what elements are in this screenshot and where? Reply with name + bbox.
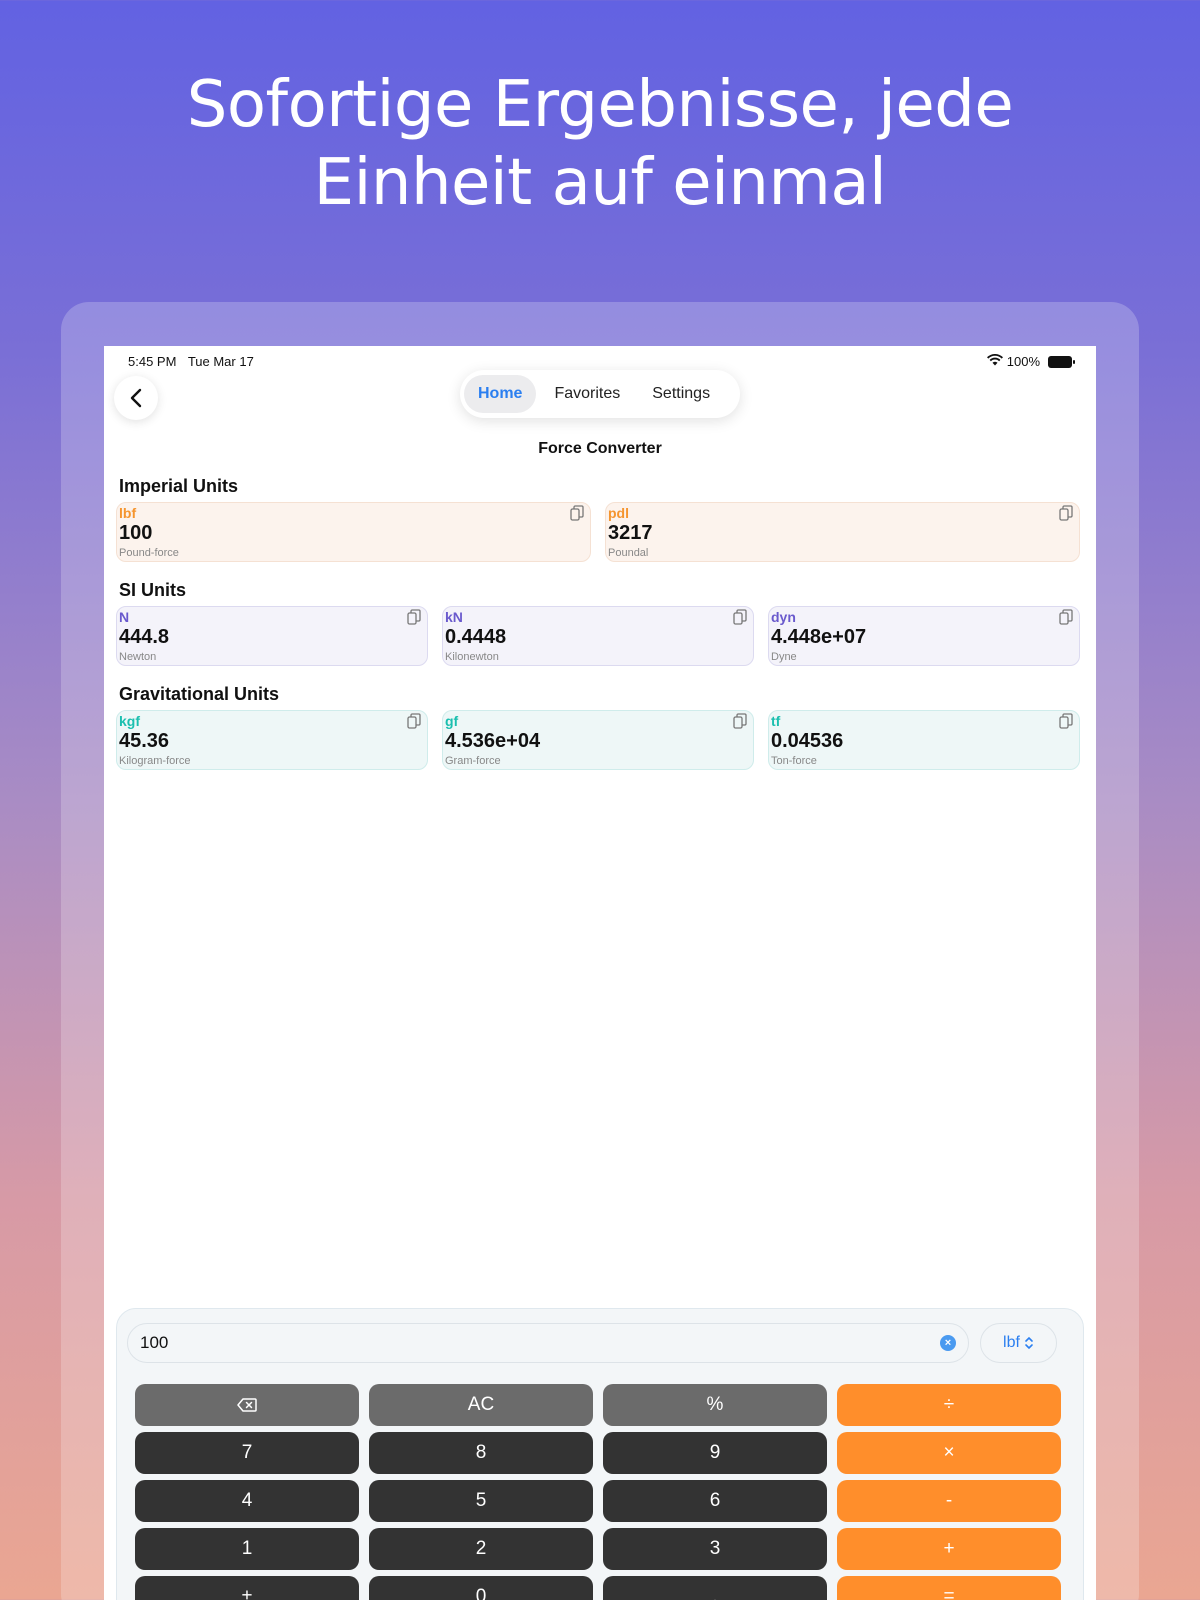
unit-value: 444.8 — [119, 626, 170, 648]
unit-name: Newton — [119, 651, 157, 663]
tab-bar: Home Favorites Settings — [460, 370, 740, 418]
unit-value: 100 — [119, 522, 153, 544]
unit-select[interactable]: lbf — [980, 1323, 1057, 1363]
unit-card-gf[interactable]: gf 4.536e+04 Gram-force — [442, 710, 754, 770]
unit-name: Poundal — [608, 547, 649, 559]
key-1[interactable]: 1 — [135, 1528, 359, 1570]
copy-icon[interactable] — [407, 609, 421, 625]
input-value: 100 — [140, 1333, 169, 1352]
battery-icon — [1048, 355, 1075, 368]
unit-name: Gram-force — [445, 755, 501, 767]
key-5[interactable]: 5 — [369, 1480, 593, 1522]
keypad-panel: 100 × lbf AC % ÷ 7 8 9 × 4 5 6 - 1 2 3 +… — [116, 1308, 1084, 1600]
section-title-imperial: Imperial Units — [119, 476, 239, 496]
key-backspace[interactable] — [135, 1384, 359, 1426]
tab-home[interactable]: Home — [464, 375, 537, 413]
key-4[interactable]: 4 — [135, 1480, 359, 1522]
copy-icon[interactable] — [407, 713, 421, 729]
unit-value: 4.448e+07 — [771, 626, 867, 648]
unit-code: kN — [445, 609, 463, 625]
key-3[interactable]: 3 — [603, 1528, 827, 1570]
key-multiply[interactable]: × — [837, 1432, 1061, 1474]
chevron-left-icon — [130, 388, 142, 408]
unit-name: Dyne — [771, 651, 797, 663]
unit-card-kgf[interactable]: kgf 45.36 Kilogram-force — [116, 710, 428, 770]
unit-card-kn[interactable]: kN 0.4448 Kilonewton — [442, 606, 754, 666]
key-0[interactable]: 0 — [369, 1576, 593, 1600]
unit-name: Kilogram-force — [119, 755, 191, 767]
key-decimal[interactable]: . — [603, 1576, 827, 1600]
unit-card-pdl[interactable]: pdl 3217 Poundal — [605, 502, 1080, 562]
unit-code: lbf — [119, 505, 137, 521]
unit-code: tf — [771, 713, 781, 729]
copy-icon[interactable] — [1059, 713, 1073, 729]
unit-code: N — [119, 609, 130, 625]
unit-value: 0.4448 — [445, 626, 507, 648]
key-8[interactable]: 8 — [369, 1432, 593, 1474]
unit-value: 4.536e+04 — [445, 730, 541, 752]
status-time: 5:45 PM — [128, 354, 177, 369]
app-screen: 5:45 PM Tue Mar 17 100% Home Favorites S… — [104, 346, 1096, 1600]
key-equals[interactable]: = — [837, 1576, 1061, 1600]
key-plus-minus[interactable]: ± — [135, 1576, 359, 1600]
copy-icon[interactable] — [1059, 609, 1073, 625]
chevron-up-down-icon — [1025, 1336, 1033, 1350]
tab-favorites[interactable]: Favorites — [540, 375, 634, 413]
clear-circle-icon[interactable]: × — [940, 1335, 956, 1351]
headline: Sofortige Ergebnisse, jede Einheit auf e… — [0, 66, 1200, 222]
copy-icon[interactable] — [733, 713, 747, 729]
tab-settings[interactable]: Settings — [638, 375, 724, 413]
key-percent[interactable]: % — [603, 1384, 827, 1426]
copy-icon[interactable] — [733, 609, 747, 625]
section-title-si: SI Units — [119, 580, 187, 600]
back-button[interactable] — [114, 376, 158, 420]
unit-value: 3217 — [608, 522, 653, 544]
copy-icon[interactable] — [1059, 505, 1073, 521]
key-2[interactable]: 2 — [369, 1528, 593, 1570]
unit-code: dyn — [771, 609, 796, 625]
unit-card-lbf[interactable]: lbf 100 Pound-force — [116, 502, 591, 562]
key-minus[interactable]: - — [837, 1480, 1061, 1522]
unit-card-n[interactable]: N 444.8 Newton — [116, 606, 428, 666]
unit-name: Pound-force — [119, 547, 179, 559]
unit-card-tf[interactable]: tf 0.04536 Ton-force — [768, 710, 1080, 770]
wifi-icon — [986, 353, 1003, 369]
key-7[interactable]: 7 — [135, 1432, 359, 1474]
battery-percent: 100% — [1006, 354, 1040, 369]
key-plus[interactable]: + — [837, 1528, 1061, 1570]
section-title-gravitational: Gravitational Units — [119, 684, 280, 704]
unit-code: pdl — [608, 505, 629, 521]
unit-code: gf — [445, 713, 459, 729]
status-date: Tue Mar 17 — [187, 354, 254, 369]
key-divide[interactable]: ÷ — [837, 1384, 1061, 1426]
unit-select-value: lbf — [1003, 1334, 1020, 1351]
unit-code: kgf — [119, 713, 140, 729]
copy-icon[interactable] — [570, 505, 584, 521]
value-input[interactable]: 100 × — [127, 1323, 969, 1363]
key-6[interactable]: 6 — [603, 1480, 827, 1522]
key-ac[interactable]: AC — [369, 1384, 593, 1426]
unit-value: 45.36 — [119, 730, 170, 752]
unit-card-dyn[interactable]: dyn 4.448e+07 Dyne — [768, 606, 1080, 666]
unit-name: Kilonewton — [445, 651, 499, 663]
backspace-icon — [237, 1398, 257, 1412]
unit-name: Ton-force — [771, 755, 817, 767]
page-title: Force Converter — [538, 440, 662, 457]
headline-line-2: Einheit auf einmal — [313, 146, 887, 220]
headline-line-1: Sofortige Ergebnisse, jede — [186, 68, 1014, 142]
key-9[interactable]: 9 — [603, 1432, 827, 1474]
unit-value: 0.04536 — [771, 730, 844, 752]
